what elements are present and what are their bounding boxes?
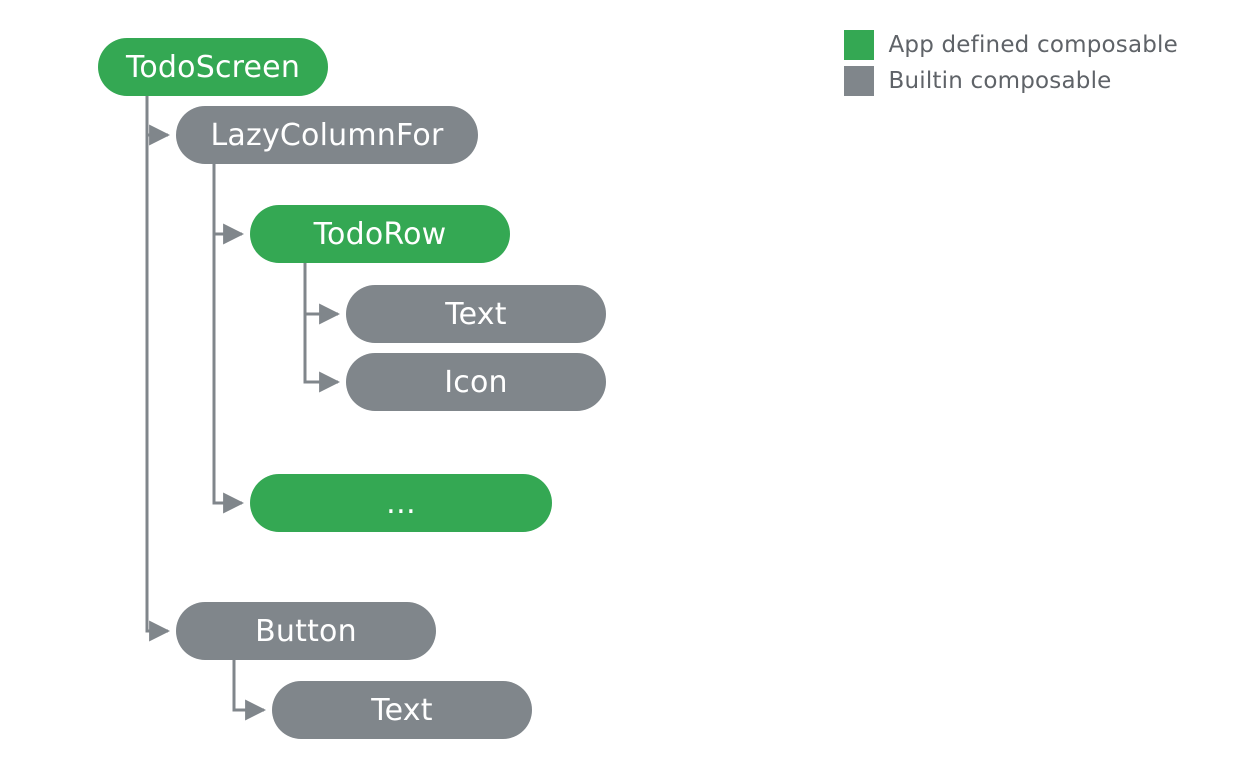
node-label: Button [255,614,357,649]
node-label: Icon [444,365,508,400]
node-label: TodoScreen [126,50,300,85]
node-button: Button [176,602,436,660]
node-text-2: Text [272,681,532,739]
node-ellipsis: … [250,474,552,532]
node-icon: Icon [346,353,606,411]
legend-row-builtin: Builtin composable [844,66,1178,96]
legend: App defined composable Builtin composabl… [844,30,1178,102]
node-label: Text [445,297,506,332]
legend-swatch-app [844,30,874,60]
node-text-1: Text [346,285,606,343]
legend-swatch-builtin [844,66,874,96]
node-label: LazyColumnFor [211,118,444,153]
legend-label-app: App defined composable [888,32,1178,58]
node-label: TodoRow [314,217,447,252]
node-label: Text [371,693,432,728]
node-todoscreen: TodoScreen [98,38,328,96]
legend-row-app: App defined composable [844,30,1178,60]
node-label: … [386,486,416,521]
node-lazycolumnfor: LazyColumnFor [176,106,478,164]
node-todorow: TodoRow [250,205,510,263]
legend-label-builtin: Builtin composable [888,68,1111,94]
